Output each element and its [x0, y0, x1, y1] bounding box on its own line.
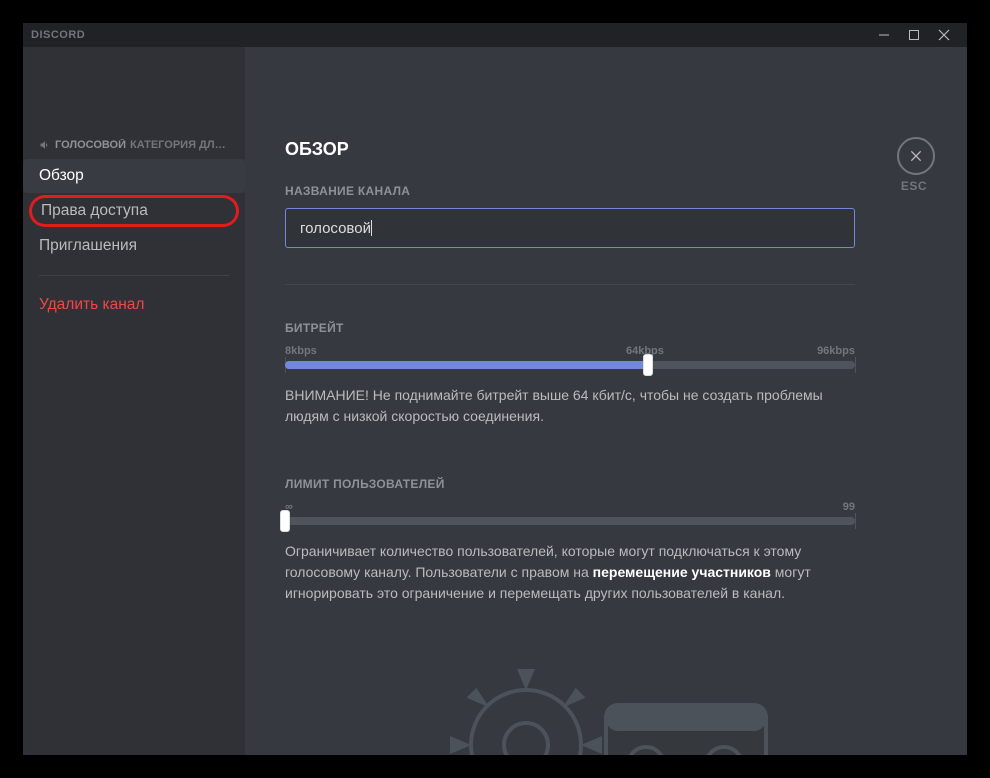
channel-name-input[interactable]: голосовой — [285, 208, 855, 248]
bitrate-slider-thumb[interactable] — [643, 354, 653, 376]
window-close-button[interactable] — [929, 23, 959, 47]
channel-name-value: голосовой — [300, 220, 371, 237]
decorative-illustration — [326, 645, 886, 755]
bitrate-label: БИТРЕЙТ — [285, 321, 927, 335]
bitrate-max-label: 96kbps — [817, 345, 855, 357]
user-limit-description: Ограничивает количество пользователей, к… — [285, 541, 855, 604]
user-limit-label: ЛИМИТ ПОЛЬЗОВАТЕЛЕЙ — [285, 477, 927, 491]
bitrate-slider-labels: 8kbps 64kbps 96kbps — [285, 345, 855, 357]
sidebar-category-name: КАТЕГОРИЯ ДЛ… — [130, 139, 226, 151]
channel-name-label: НАЗВАНИЕ КАНАЛА — [285, 184, 927, 198]
volume-icon — [39, 139, 51, 151]
settings-sidebar: ГОЛОСОВОЙ КАТЕГОРИЯ ДЛ… Обзор Права дост… — [23, 47, 245, 755]
bitrate-warning: ВНИМАНИЕ! Не поднимайте битрейт выше 64 … — [285, 385, 855, 427]
close-settings-label: ESC — [901, 179, 927, 193]
content-area: ГОЛОСОВОЙ КАТЕГОРИЯ ДЛ… Обзор Права дост… — [23, 47, 967, 755]
divider — [285, 284, 855, 285]
sidebar-item-label: Приглашения — [39, 237, 137, 254]
page-title: ОБЗОР — [285, 139, 927, 160]
sidebar-header: ГОЛОСОВОЙ КАТЕГОРИЯ ДЛ… — [23, 139, 245, 159]
user-limit-slider-thumb[interactable] — [280, 510, 290, 532]
bitrate-slider-fill — [285, 361, 648, 369]
sidebar-item-label: Права доступа — [41, 202, 148, 219]
sidebar-item-label: Удалить канал — [39, 296, 144, 313]
sidebar-separator — [39, 275, 229, 276]
user-limit-slider[interactable] — [285, 517, 855, 525]
channel-name-section: НАЗВАНИЕ КАНАЛА голосовой — [285, 184, 927, 248]
sidebar-channel-name: ГОЛОСОВОЙ — [55, 139, 126, 151]
settings-main: ESC ОБЗОР НАЗВАНИЕ КАНАЛА голосовой БИТР… — [245, 47, 967, 755]
app-logo: DISCORD — [31, 29, 85, 41]
user-limit-max-label: 99 — [843, 501, 855, 513]
bitrate-min-label: 8kbps — [285, 345, 317, 357]
app-window: DISCORD ГОЛОСОВОЙ КАТЕГОРИЯ ДЛ… Обзор Пр… — [23, 23, 967, 755]
close-settings-button[interactable] — [897, 137, 935, 175]
user-limit-section: ЛИМИТ ПОЛЬЗОВАТЕЛЕЙ ∞ 99 Ограничивает ко… — [285, 477, 927, 604]
bitrate-slider[interactable] — [285, 361, 855, 369]
titlebar: DISCORD — [23, 23, 967, 47]
user-limit-slider-labels: ∞ 99 — [285, 501, 855, 513]
user-limit-desc-bold: перемещение участников — [593, 564, 771, 580]
sidebar-item-invites[interactable]: Приглашения — [23, 229, 245, 263]
bitrate-section: БИТРЕЙТ 8kbps 64kbps 96kbps ВНИМАНИЕ! Не… — [285, 321, 927, 427]
sidebar-item-permissions[interactable]: Права доступа — [29, 195, 239, 227]
sidebar-item-delete-channel[interactable]: Удалить канал — [23, 288, 245, 322]
sidebar-item-overview[interactable]: Обзор — [23, 159, 245, 193]
window-minimize-button[interactable] — [869, 23, 899, 47]
sidebar-item-label: Обзор — [39, 167, 84, 184]
window-maximize-button[interactable] — [899, 23, 929, 47]
text-caret — [371, 220, 372, 236]
